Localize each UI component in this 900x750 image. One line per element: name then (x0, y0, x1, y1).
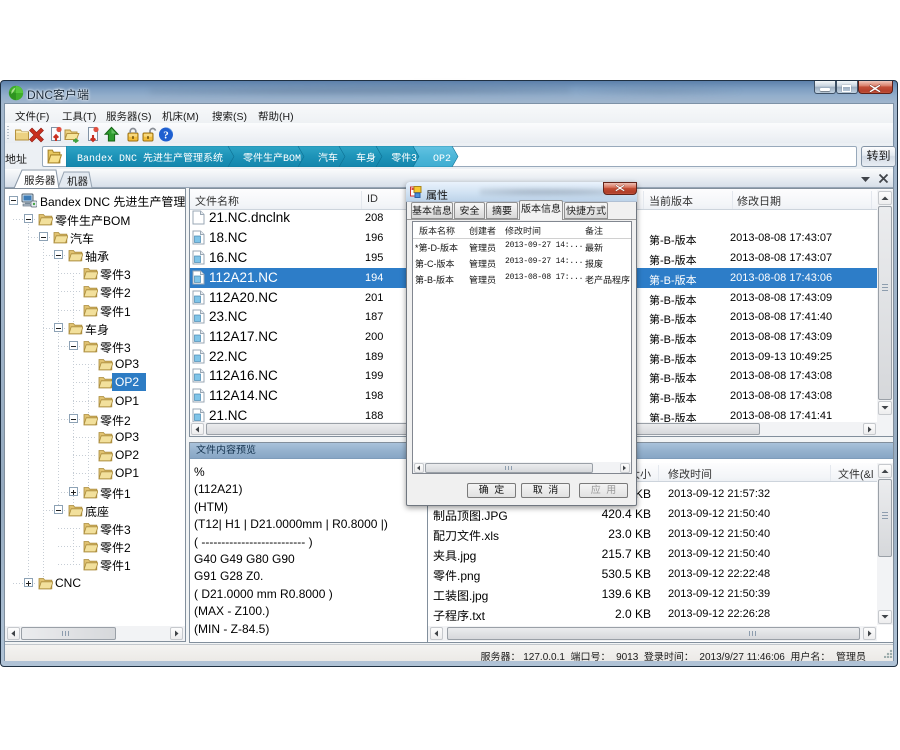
svg-text:汽车: 汽车 (318, 152, 338, 164)
svg-text:零件3: 零件3 (391, 152, 417, 164)
svg-text:OP2: OP2 (433, 154, 451, 165)
svg-text:车身: 车身 (356, 152, 376, 164)
svg-text:零件生产BOM: 零件生产BOM (243, 152, 301, 165)
svg-text:?: ? (163, 130, 169, 142)
svg-text:Bandex DNC 先进生产管理系统: Bandex DNC 先进生产管理系统 (77, 152, 223, 165)
